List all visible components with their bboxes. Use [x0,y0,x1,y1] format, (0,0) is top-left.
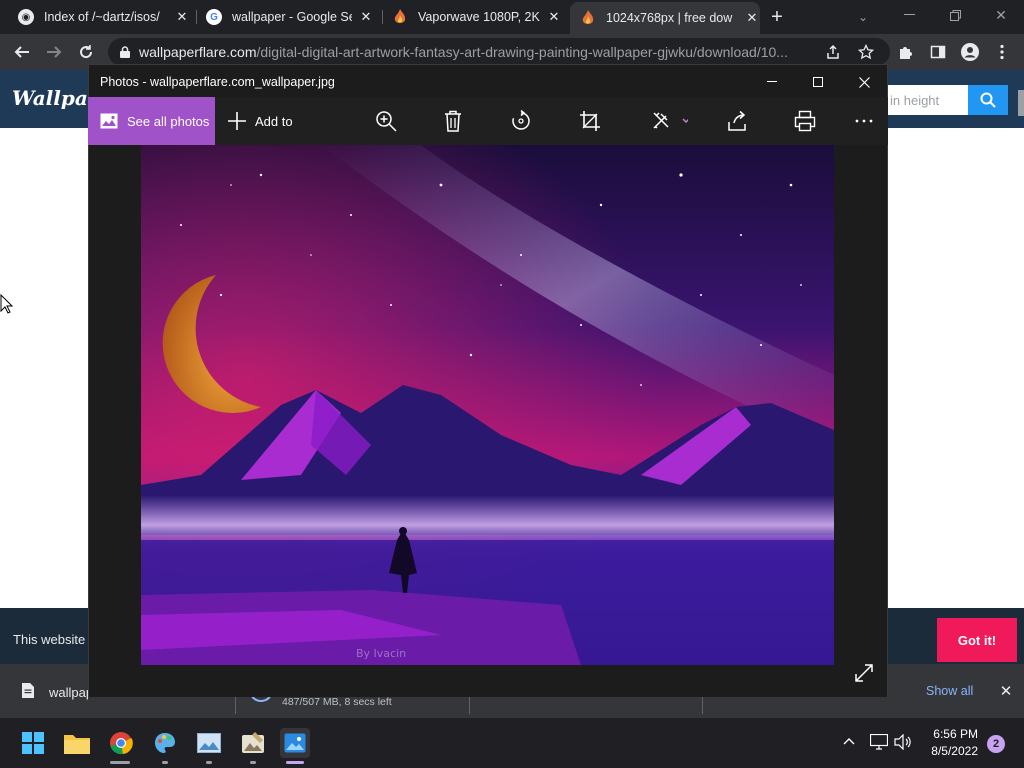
close-window-icon[interactable]: ✕ [990,4,1012,26]
image-watermark: By Ivacin [356,647,406,660]
mouse-cursor-icon [0,293,14,319]
volume-icon[interactable] [894,733,912,755]
photos-window-title: Photos - wallpaperflare.com_wallpaper.jp… [100,75,335,89]
tab-divider [196,10,197,24]
crop-icon[interactable] [577,108,603,134]
photos-active-indicator [286,761,304,764]
close-tab-icon[interactable]: ✕ [358,9,374,25]
ghost-icon: ◉ [18,9,34,25]
paint-running-indicator [162,761,168,764]
tab-index-isos[interactable]: ◉ Index of /~dartz/isos/ ✕ [18,0,190,34]
bookmark-star-icon[interactable] [854,40,878,64]
photos-minimize-icon[interactable] [754,70,790,94]
rotate-icon[interactable] [508,108,534,134]
close-tab-icon[interactable]: ✕ [546,9,562,25]
photo-editor-running-indicator [250,761,256,764]
chrome-icon[interactable] [106,728,136,758]
page-scrollbar[interactable] [1018,90,1024,116]
print-icon[interactable] [792,108,818,134]
address-host: wallpaperflare.com [139,44,257,60]
site-search-input[interactable]: in height [886,85,968,115]
notification-badge[interactable]: 2 [987,735,1005,753]
chrome-running-indicator [110,761,130,764]
profile-avatar-icon[interactable] [958,40,982,64]
extensions-puzzle-icon[interactable] [894,40,918,64]
edit-tools-icon[interactable] [648,108,692,134]
tab-divider [382,10,383,24]
site-search-button[interactable] [968,85,1008,115]
add-to-button[interactable]: Add to [227,108,293,134]
tab-vaporwave[interactable]: Vaporwave 1080P, 2K, 4 ✕ [392,0,562,34]
search-icon [980,92,996,108]
more-options-icon[interactable] [851,108,877,134]
address-bar[interactable]: wallpaperflare.com/digital-digital-art-a… [108,38,890,66]
forward-arrow-icon[interactable] [42,40,66,64]
address-path: /digital-digital-art-artwork-fantasy-art… [256,44,788,60]
cookie-banner-text: This website [13,632,86,647]
tab-google-search[interactable]: G wallpaper - Google Sea ✕ [206,0,374,34]
back-arrow-icon[interactable] [10,40,34,64]
cookie-accept-button[interactable]: Got it! [937,618,1017,662]
tab-title: wallpaper - Google Sea [232,10,352,24]
clock-date[interactable]: 8/5/2022 [924,744,978,758]
paint-app-icon[interactable] [150,728,180,758]
close-tab-icon[interactable]: ✕ [174,9,190,25]
photos-maximize-icon[interactable] [800,70,836,94]
start-windows-icon[interactable] [18,728,48,758]
photo-editor-icon[interactable] [238,728,268,758]
new-tab-button[interactable]: + [766,6,788,28]
delete-trash-icon[interactable] [440,108,466,134]
plus-icon [227,111,247,131]
restore-icon[interactable] [944,4,966,26]
wallpaper-image[interactable]: By Ivacin [141,145,834,665]
image-viewer-icon[interactable] [194,728,224,758]
file-icon [22,683,34,703]
share-icon[interactable] [724,108,750,134]
see-all-photos-label: See all photos [127,113,210,129]
more-menu-icon[interactable] [990,40,1014,64]
reload-icon[interactable] [74,40,98,64]
download-progress-text: 487/507 MB, 8 secs left [282,696,392,708]
flame-icon [392,9,408,25]
tab-search-icon[interactable]: ⌄ [852,6,874,28]
tab-title: 1024x768px | free dow [606,11,733,25]
close-tab-icon[interactable]: ✕ [744,10,760,26]
share-icon[interactable] [821,40,845,64]
network-icon[interactable] [869,733,889,755]
tab-title: Vaporwave 1080P, 2K, 4 [418,10,540,24]
tab-title: Index of /~dartz/isos/ [44,10,160,24]
photos-close-icon[interactable] [846,70,882,94]
lock-icon [120,46,130,58]
expand-fullscreen-icon[interactable] [852,661,876,685]
file-explorer-icon[interactable] [62,728,92,758]
google-icon: G [206,9,222,25]
flame-icon [580,10,596,26]
picture-icon [100,113,118,129]
minimize-icon[interactable] [898,4,920,26]
add-to-label: Add to [255,113,293,129]
close-downloads-icon[interactable]: ✕ [996,681,1016,701]
image-viewer-running-indicator [206,761,212,764]
download-file-name[interactable]: wallpap [49,685,93,700]
photos-app-icon[interactable] [280,728,310,758]
tab-1024x768-active[interactable]: 1024x768px | free dow ✕ [570,2,760,34]
side-panel-icon[interactable] [926,40,950,64]
zoom-in-icon[interactable] [373,108,399,134]
show-all-downloads-link[interactable]: Show all [926,684,973,698]
clock-time[interactable]: 6:56 PM [930,727,978,741]
hidden-icons-chevron-icon[interactable] [842,735,856,754]
see-all-photos-button[interactable]: See all photos [88,97,215,145]
